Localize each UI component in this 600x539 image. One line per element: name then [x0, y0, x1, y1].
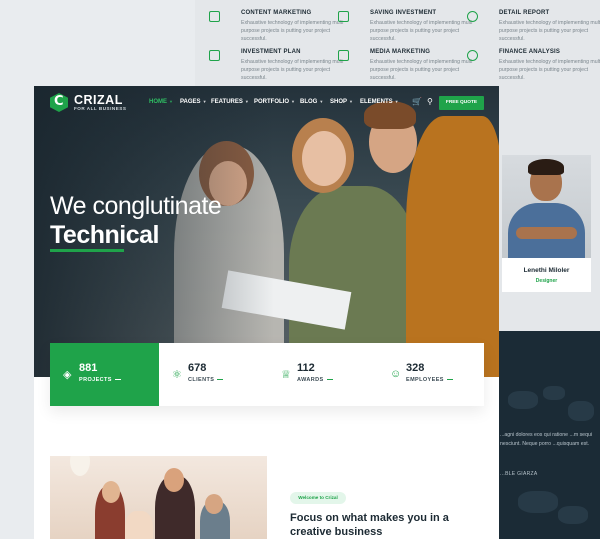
- monitor-icon: [338, 50, 349, 61]
- service-title: MEDIA MARKETING: [370, 49, 431, 55]
- team-member-card[interactable]: Lenethi Miloler Designer: [502, 155, 591, 292]
- stat-label: CLIENTS: [188, 377, 224, 383]
- chevron-down-icon: ▼: [349, 99, 353, 104]
- pencil-ruler-icon: [209, 11, 220, 22]
- chevron-down-icon: ▼: [244, 99, 249, 104]
- trophy-icon: ♕: [281, 369, 291, 381]
- welcome-badge: Welcome to Crizal: [290, 492, 346, 504]
- team-member-role: Designer: [535, 278, 558, 284]
- logo-icon[interactable]: C: [50, 93, 68, 112]
- hero-title-line1: We conglutinate: [50, 192, 222, 220]
- logo-tagline: FOR ALL BUSINESS: [74, 106, 127, 111]
- service-title: DETAIL REPORT: [499, 10, 550, 16]
- search-icon[interactable]: ⚲: [427, 97, 433, 106]
- layers-icon: ◈: [63, 369, 72, 381]
- nav-home[interactable]: HOME ▼: [149, 99, 173, 105]
- nav-portfolio[interactable]: PORTFOLIO ▼: [254, 99, 295, 105]
- service-title: CONTENT MARKETING: [241, 10, 312, 16]
- services-panel: CONTENT MARKETING Exhaustive technology …: [195, 0, 600, 86]
- nav-blog[interactable]: BLOG ▼: [300, 99, 323, 105]
- office-team-photo: [50, 456, 267, 539]
- service-title: FINANCE ANALYSIS: [499, 49, 561, 55]
- stack-icon: [338, 11, 349, 22]
- stat-label: EMPLOYEES: [406, 377, 453, 383]
- focus-heading: Focus on what makes you in a creative bu…: [290, 512, 449, 538]
- chevron-down-icon: ▼: [394, 99, 399, 104]
- chart-gear-icon: [467, 50, 478, 61]
- service-desc: Exhaustive technology of implementing mu…: [499, 59, 600, 81]
- chevron-down-icon: ▼: [169, 99, 173, 104]
- stat-clients: ⚛ 678 CLIENTS: [159, 343, 268, 406]
- website-preview: C CRIZAL FOR ALL BUSINESS HOME ▼ PAGES ▼ F…: [34, 86, 499, 539]
- free-quote-button[interactable]: FREE QUOTE: [439, 96, 484, 110]
- stat-value: 328: [406, 362, 425, 374]
- service-title: SAVING INVESTMENT: [370, 10, 437, 16]
- testimonial-section: ...agni dolores eos qui ratione ...m seq…: [498, 331, 600, 539]
- stat-value: 881: [79, 362, 98, 374]
- nav-pages[interactable]: PAGES ▼: [180, 99, 207, 105]
- stat-awards: ♕ 112 AWARDS: [268, 343, 377, 406]
- stat-value: 678: [188, 362, 207, 374]
- chevron-down-icon: ▼: [319, 99, 324, 104]
- team-member-name: Lenethi Miloler: [523, 267, 570, 274]
- hero-section: C CRIZAL FOR ALL BUSINESS HOME ▼ PAGES ▼ F…: [34, 86, 499, 377]
- service-desc: Exhaustive technology of implementing mu…: [370, 59, 473, 81]
- logo-name[interactable]: CRIZAL: [74, 93, 123, 107]
- testimonial-text: ...agni dolores eos qui ratione ...m seq…: [500, 432, 592, 447]
- stat-projects: ◈ 881 PROJECTS: [50, 343, 159, 406]
- hero-title-line2: Technical: [50, 221, 159, 249]
- service-desc: Exhaustive technology of implementing mu…: [241, 20, 344, 42]
- service-desc: Exhaustive technology of implementing mu…: [241, 59, 344, 81]
- nav-shop[interactable]: SHOP ▼: [330, 99, 353, 105]
- stat-employees: ☺ 328 EMPLOYEES: [377, 343, 486, 406]
- hero-underline: [50, 249, 124, 252]
- service-title: INVESTMENT PLAN: [241, 49, 301, 55]
- team-member-photo: [502, 155, 591, 258]
- testimonial-author: ...BLE GIARZA: [500, 471, 538, 477]
- user-icon: ☺: [390, 368, 402, 380]
- service-desc: Exhaustive technology of implementing mu…: [370, 20, 473, 42]
- nav-elements[interactable]: ELEMENTS ▼: [360, 99, 399, 105]
- stats-bar: ◈ 881 PROJECTS ⚛ 678 CLIENTS ♕ 112 AWARD…: [50, 343, 484, 406]
- document-icon: [209, 50, 220, 61]
- stat-label: AWARDS: [297, 377, 333, 383]
- chevron-down-icon: ▼: [202, 99, 207, 104]
- stat-label: PROJECTS: [79, 377, 121, 383]
- nav-features[interactable]: FEATURES ▼: [211, 99, 249, 105]
- gear-icon: [467, 11, 478, 22]
- service-desc: Exhaustive technology of implementing mu…: [499, 20, 600, 42]
- stat-value: 112: [297, 362, 315, 374]
- top-navigation: C CRIZAL FOR ALL BUSINESS HOME ▼ PAGES ▼ F…: [34, 86, 499, 120]
- cart-icon[interactable]: 🛒: [412, 97, 422, 106]
- atom-icon: ⚛: [172, 369, 182, 381]
- chevron-down-icon: ▼: [291, 99, 295, 104]
